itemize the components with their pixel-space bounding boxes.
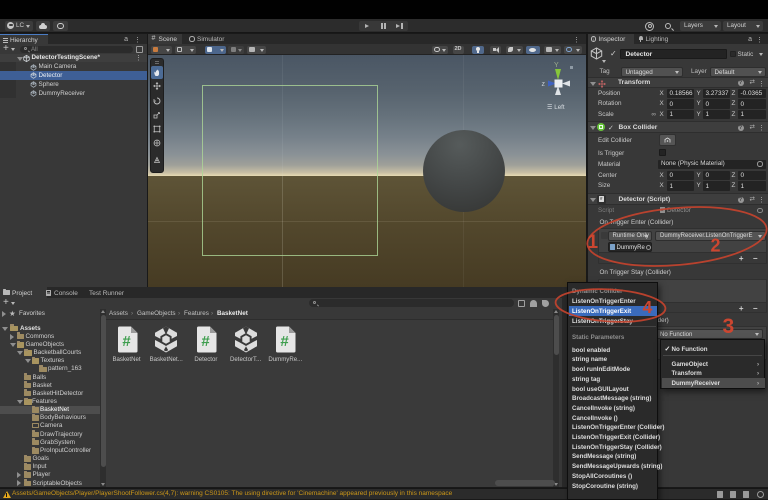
svg-text:3: 3 — [723, 315, 735, 338]
svg-text:2: 2 — [711, 236, 721, 256]
svg-text:1: 1 — [588, 232, 599, 253]
svg-text:4: 4 — [643, 297, 653, 317]
